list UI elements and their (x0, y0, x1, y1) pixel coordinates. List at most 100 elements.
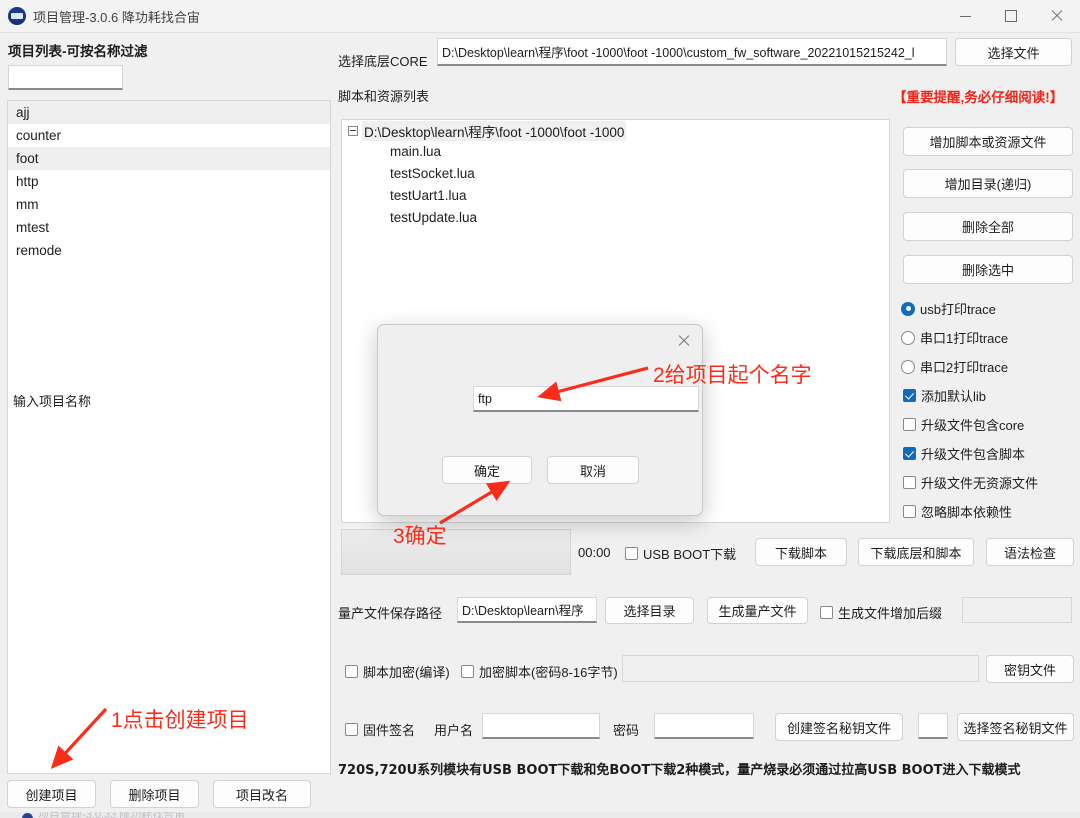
create-signature-key-button[interactable]: 创建签名秘钥文件 (775, 713, 903, 741)
annotation-step-2: 2给项目起个名字 (653, 364, 812, 387)
mass-production-path-input[interactable]: D:\Desktop\learn\程序 (457, 597, 597, 623)
delete-all-button[interactable]: 删除全部 (903, 212, 1073, 241)
checkbox-icon[interactable] (903, 476, 916, 489)
checkbox-encrypt-script[interactable]: 加密脚本(密码8-16字节) (461, 662, 618, 681)
username-input[interactable] (482, 713, 600, 739)
checkbox-include-script[interactable]: 升级文件包含脚本 (903, 444, 1025, 463)
tree-root-label: D:\Desktop\learn\程序\foot -1000\foot -100… (362, 120, 627, 141)
signature-key-short-input[interactable] (918, 713, 948, 739)
checkbox-firmware-signature[interactable]: 固件签名 (345, 720, 415, 739)
list-item[interactable]: mtest (8, 216, 330, 239)
checkbox-script-compile-encrypt[interactable]: 脚本加密(编译) (345, 662, 450, 681)
rename-project-button[interactable]: 项目改名 (213, 780, 311, 808)
checkbox-icon[interactable] (345, 665, 358, 678)
radio-icon[interactable] (901, 330, 915, 345)
password-input[interactable] (654, 713, 754, 739)
dialog-input-label: 输入项目名称 (13, 394, 92, 409)
checkbox-icon[interactable] (903, 447, 916, 460)
dialog-ok-button[interactable]: 确定 (442, 456, 532, 484)
list-item[interactable]: ajj (8, 101, 330, 124)
background-app-logo-icon (22, 813, 33, 818)
checkbox-icon[interactable] (820, 606, 833, 619)
checkbox-icon[interactable] (461, 665, 474, 678)
checkbox-ignore-script-dependency[interactable]: 忽略脚本依赖性 (903, 502, 1012, 521)
download-script-button[interactable]: 下载脚本 (755, 538, 847, 566)
choose-directory-button[interactable]: 选择目录 (605, 597, 694, 624)
radio-icon[interactable] (901, 359, 915, 374)
collapse-icon[interactable] (348, 125, 358, 136)
list-item-selected[interactable]: foot (8, 147, 330, 170)
radio-icon[interactable] (901, 301, 915, 316)
dialog-cancel-button[interactable]: 取消 (547, 456, 639, 484)
checkbox-include-core[interactable]: 升级文件包含core (903, 415, 1024, 434)
dialog-close-button[interactable] (670, 329, 698, 353)
background-window[interactable]: 项目管理-3.0.33 降功耗找合宙 (0, 812, 1080, 818)
radio-usb-trace[interactable]: usb打印trace (901, 299, 996, 318)
project-list[interactable]: ajj counter foot http mm mtest remode (7, 100, 331, 774)
important-warning-text: 【重要提醒,务必仔细阅读!】 (893, 90, 1064, 105)
background-window-title: 项目管理-3.0.33 降功耗找合宙 (38, 812, 186, 818)
tree-item[interactable]: main.lua (342, 141, 889, 163)
create-project-button[interactable]: 创建项目 (7, 780, 96, 808)
checkbox-usb-boot-download[interactable]: USB BOOT下载 (625, 544, 736, 563)
progress-bar (341, 529, 571, 575)
checkbox-icon[interactable] (625, 547, 638, 560)
mass-production-path-label: 量产文件保存路径 (338, 606, 443, 621)
checkbox-no-resource-files[interactable]: 升级文件无资源文件 (903, 473, 1038, 492)
choose-file-button[interactable]: 选择文件 (955, 38, 1072, 66)
list-item[interactable]: http (8, 170, 330, 193)
checkbox-usb-boot-download-label: USB BOOT下载 (643, 547, 737, 562)
checkbox-add-suffix-label: 生成文件增加后缀 (838, 606, 943, 621)
encrypt-password-input[interactable] (622, 655, 979, 682)
syntax-check-button[interactable]: 语法检查 (986, 538, 1074, 566)
radio-uart2-trace[interactable]: 串口2打印trace (901, 357, 1008, 376)
list-item[interactable]: remode (8, 239, 330, 262)
checkbox-add-default-lib[interactable]: 添加默认lib (903, 386, 986, 405)
checkbox-icon[interactable] (903, 389, 916, 402)
new-project-dialog (377, 324, 703, 516)
close-button[interactable] (1034, 0, 1080, 32)
checkbox-script-compile-encrypt-label: 脚本加密(编译) (363, 665, 450, 680)
checkbox-add-suffix[interactable]: 生成文件增加后缀 (820, 603, 942, 622)
suffix-input[interactable] (962, 597, 1072, 623)
delete-selected-button[interactable]: 删除选中 (903, 255, 1073, 284)
username-label: 用户名 (434, 723, 474, 738)
footer-note: 720S,720U系列模块有USB BOOT下载和免BOOT下载2种模式，量产烧… (338, 763, 1021, 778)
download-core-and-script-button[interactable]: 下载底层和脚本 (858, 538, 974, 566)
window-title: 项目管理-3.0.6 降功耗找合宙 (33, 9, 200, 25)
project-name-input[interactable]: ftp (473, 386, 699, 412)
checkbox-no-resource-files-label: 升级文件无资源文件 (921, 476, 1039, 491)
tree-item[interactable]: testUart1.lua (342, 185, 889, 207)
maximize-icon (1005, 10, 1017, 22)
minimize-button[interactable] (942, 0, 988, 32)
checkbox-include-script-label: 升级文件包含脚本 (921, 447, 1026, 462)
project-filter-input[interactable] (8, 65, 123, 90)
add-script-or-resource-button[interactable]: 增加脚本或资源文件 (903, 127, 1073, 156)
delete-project-button[interactable]: 删除项目 (110, 780, 199, 808)
checkbox-firmware-signature-label: 固件签名 (363, 723, 416, 738)
scripts-resources-label: 脚本和资源列表 (338, 89, 430, 104)
application-window: 项目管理-3.0.6 降功耗找合宙 项目列表-可按名称过滤 ajj counte… (0, 0, 1080, 818)
checkbox-add-default-lib-label: 添加默认lib (921, 389, 987, 404)
list-item[interactable]: counter (8, 124, 330, 147)
maximize-button[interactable] (988, 0, 1034, 32)
checkbox-encrypt-script-label: 加密脚本(密码8-16字节) (479, 665, 618, 680)
key-file-button[interactable]: 密钥文件 (986, 655, 1074, 683)
checkbox-icon[interactable] (345, 723, 358, 736)
add-directory-recursive-button[interactable]: 增加目录(递归) (903, 169, 1073, 198)
generate-mass-file-button[interactable]: 生成量产文件 (707, 597, 808, 624)
core-path-input[interactable]: D:\Desktop\learn\程序\foot -1000\foot -100… (437, 38, 947, 66)
tree-item[interactable]: testSocket.lua (342, 163, 889, 185)
checkbox-icon[interactable] (903, 418, 916, 431)
tree-item[interactable]: testUpdate.lua (342, 207, 889, 229)
tree-root-node[interactable]: D:\Desktop\learn\程序\foot -1000\foot -100… (342, 120, 889, 141)
choose-signature-key-button[interactable]: 选择签名秘钥文件 (957, 713, 1074, 741)
close-icon (1051, 10, 1063, 22)
project-list-heading: 项目列表-可按名称过滤 (8, 44, 148, 59)
checkbox-icon[interactable] (903, 505, 916, 518)
radio-uart1-trace[interactable]: 串口1打印trace (901, 328, 1008, 347)
app-logo-icon (8, 7, 26, 25)
minimize-icon (959, 15, 971, 17)
list-item[interactable]: mm (8, 193, 330, 216)
timer-display: 00:00 (578, 545, 611, 560)
